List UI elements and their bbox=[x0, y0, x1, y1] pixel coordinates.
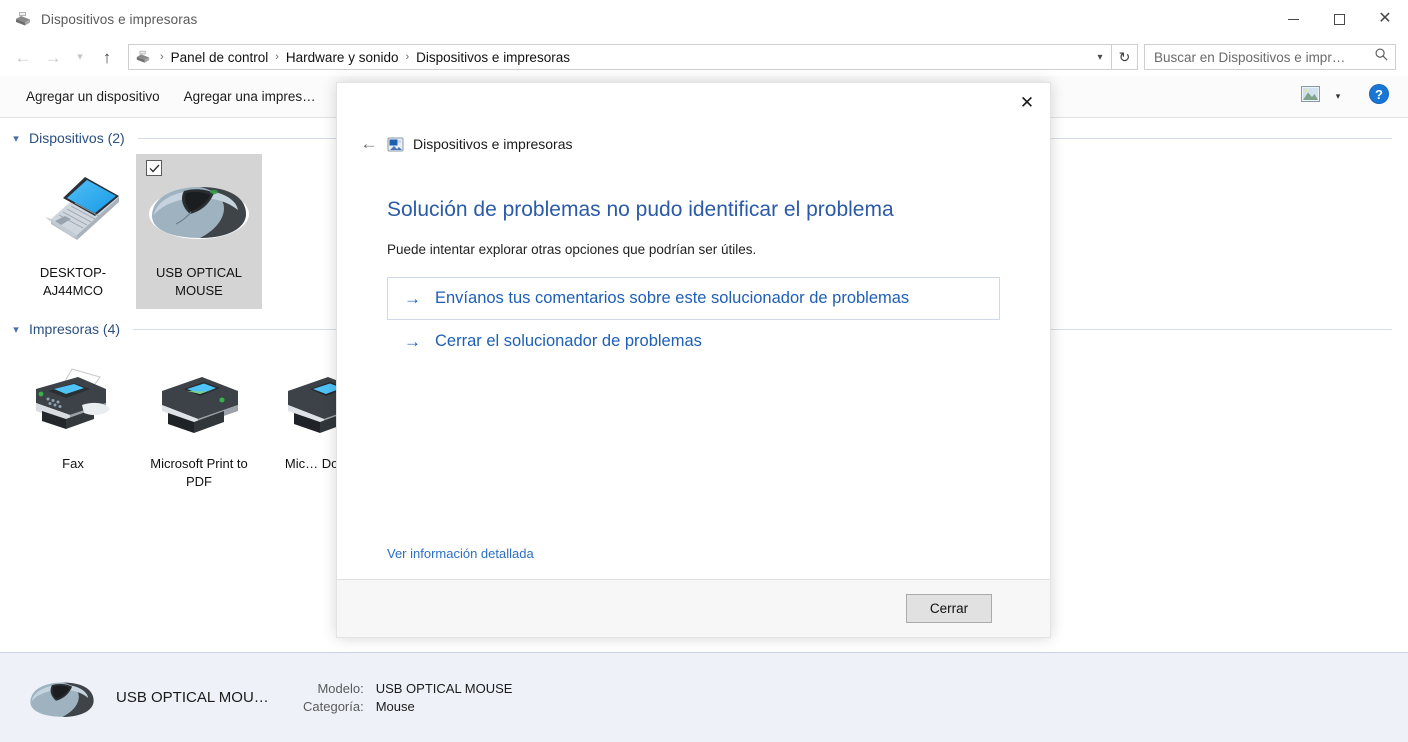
view-mode-button[interactable] bbox=[1296, 84, 1324, 110]
details-field-label: Modelo: bbox=[317, 681, 364, 696]
up-button[interactable]: ↑ bbox=[92, 42, 122, 72]
chevron-down-icon: ▾ bbox=[1335, 91, 1341, 101]
maximize-icon bbox=[1333, 13, 1345, 25]
minimize-icon bbox=[1287, 18, 1299, 20]
window-titlebar: Dispositivos e impresoras ✕ bbox=[0, 0, 1408, 38]
close-button[interactable]: ✕ bbox=[1362, 0, 1408, 38]
printer-tile-fax[interactable]: Fax bbox=[10, 345, 136, 500]
dialog-action-list: → Envíanos tus comentarios sobre este so… bbox=[387, 277, 1000, 363]
view-detailed-info-link[interactable]: Ver información detallada bbox=[387, 546, 534, 561]
help-icon: ? bbox=[1368, 83, 1390, 110]
breadcrumb-dropdown-icon[interactable]: ▾ bbox=[1089, 45, 1111, 69]
add-printer-button[interactable]: Agregar una impres… bbox=[172, 84, 328, 109]
action-label: Envíanos tus comentarios sobre este solu… bbox=[435, 289, 910, 308]
breadcrumb-devices-icon bbox=[135, 49, 151, 65]
recent-locations-button[interactable]: ▾ bbox=[68, 42, 92, 72]
back-arrow-icon: ← bbox=[14, 47, 32, 67]
breadcrumb-separator: › bbox=[405, 51, 410, 63]
close-icon: ✕ bbox=[1378, 10, 1392, 27]
close-dialog-button[interactable]: Cerrar bbox=[906, 594, 992, 623]
chevron-down-icon: ▾ bbox=[77, 50, 83, 63]
dialog-title: Dispositivos e impresoras bbox=[413, 136, 573, 152]
add-device-button[interactable]: Agregar un dispositivo bbox=[14, 84, 172, 109]
view-mode-dropdown[interactable]: ▾ bbox=[1328, 84, 1348, 110]
dialog-header: ← Dispositivos e impresoras bbox=[337, 127, 1050, 161]
details-field-label: Categoría: bbox=[303, 699, 364, 714]
device-tile-label: DESKTOP-AJ44MCO bbox=[39, 265, 107, 298]
details-field-list: Modelo: USB OPTICAL MOUSE Categoría: Mou… bbox=[303, 681, 512, 714]
breadcrumb-item-2[interactable]: Dispositivos e impresoras bbox=[412, 50, 574, 65]
checkmark-icon bbox=[149, 164, 159, 172]
device-tile-label: USB OPTICAL MOUSE bbox=[156, 265, 242, 298]
window-controls: ✕ bbox=[1270, 0, 1408, 38]
dialog-close-button[interactable]: ✕ bbox=[1004, 83, 1050, 123]
chevron-down-icon[interactable]: ▾ bbox=[10, 132, 22, 145]
details-mouse-icon bbox=[14, 673, 110, 723]
group-title-devices: Dispositivos (2) bbox=[29, 130, 125, 146]
breadcrumb-item-1[interactable]: Hardware y sonido bbox=[282, 50, 403, 65]
device-tile-desktop[interactable]: DESKTOP-AJ44MCO bbox=[10, 154, 136, 309]
minimize-button[interactable] bbox=[1270, 0, 1316, 38]
search-input[interactable]: Buscar en Dispositivos e impr… bbox=[1144, 44, 1396, 70]
troubleshooter-dialog: ✕ ← Dispositivos e impresoras Solución d… bbox=[336, 82, 1051, 638]
laptop-icon bbox=[21, 162, 125, 258]
device-tile-usb-optical-mouse[interactable]: USB OPTICAL MOUSE bbox=[136, 154, 262, 310]
refresh-icon: ↻ bbox=[1118, 48, 1131, 65]
devices-printers-small-icon bbox=[387, 136, 404, 153]
help-button[interactable]: ? bbox=[1366, 84, 1392, 110]
dialog-heading: Solución de problemas no pudo identifica… bbox=[387, 198, 894, 221]
arrow-right-icon: → bbox=[404, 289, 421, 309]
mouse-icon bbox=[144, 162, 254, 258]
devices-printers-icon bbox=[14, 10, 32, 28]
address-bar: ← → ▾ ↑ › Panel de control › Hardware y … bbox=[0, 38, 1408, 76]
forward-arrow-icon: → bbox=[44, 47, 62, 67]
refresh-button[interactable]: ↻ bbox=[1112, 44, 1138, 70]
breadcrumb-separator: › bbox=[160, 51, 164, 63]
action-label: Cerrar el solucionador de problemas bbox=[435, 332, 702, 351]
printer-tile-label: Fax bbox=[62, 456, 84, 472]
breadcrumb[interactable]: › Panel de control › Hardware y sonido ›… bbox=[128, 44, 1112, 70]
search-placeholder: Buscar en Dispositivos e impr… bbox=[1154, 49, 1346, 65]
dialog-back-button[interactable]: ← bbox=[355, 130, 383, 158]
search-icon[interactable] bbox=[1374, 47, 1389, 67]
svg-text:?: ? bbox=[1375, 87, 1383, 102]
forward-button[interactable]: → bbox=[38, 42, 68, 72]
group-title-printers: Impresoras (4) bbox=[29, 321, 121, 338]
printer-tile-label: Microsoft Print to PDF bbox=[150, 456, 248, 489]
details-pane: USB OPTICAL MOU… Modelo: USB OPTICAL MOU… bbox=[0, 652, 1408, 742]
dialog-footer: Cerrar bbox=[337, 579, 1050, 637]
maximize-button[interactable] bbox=[1316, 0, 1362, 38]
back-arrow-icon: ← bbox=[360, 134, 378, 153]
printer-icon bbox=[146, 353, 252, 449]
printer-tile-print-to-pdf[interactable]: Microsoft Print to PDF bbox=[136, 345, 262, 500]
window-title: Dispositivos e impresoras bbox=[41, 11, 198, 27]
dialog-body: Solución de problemas no pudo identifica… bbox=[337, 161, 1050, 579]
device-checkbox[interactable] bbox=[146, 160, 162, 176]
dialog-titlebar: ✕ bbox=[337, 83, 1050, 127]
details-field-value: USB OPTICAL MOUSE bbox=[375, 681, 513, 696]
details-device-name: USB OPTICAL MOU… bbox=[116, 689, 269, 706]
details-field-value: Mouse bbox=[375, 699, 415, 714]
chevron-down-icon[interactable]: ▾ bbox=[10, 323, 22, 336]
devices-and-printers-window: Dispositivos e impresoras ✕ ← → ▾ ↑ › Pa… bbox=[0, 0, 1408, 742]
up-arrow-icon: ↑ bbox=[102, 47, 112, 67]
toolbar-right-group: ▾ ? bbox=[1296, 84, 1400, 110]
breadcrumb-item-0[interactable]: Panel de control bbox=[167, 50, 273, 65]
breadcrumb-separator: › bbox=[275, 51, 279, 63]
dialog-subtitle: Puede intentar explorar otras opciones q… bbox=[387, 242, 757, 258]
view-mode-icon bbox=[1300, 86, 1320, 107]
action-send-feedback[interactable]: → Envíanos tus comentarios sobre este so… bbox=[387, 277, 1000, 321]
close-icon: ✕ bbox=[1019, 93, 1035, 112]
fax-icon bbox=[20, 353, 126, 449]
back-button[interactable]: ← bbox=[8, 42, 38, 72]
arrow-right-icon: → bbox=[404, 332, 421, 352]
action-close-troubleshooter[interactable]: → Cerrar el solucionador de problemas bbox=[387, 320, 1000, 363]
